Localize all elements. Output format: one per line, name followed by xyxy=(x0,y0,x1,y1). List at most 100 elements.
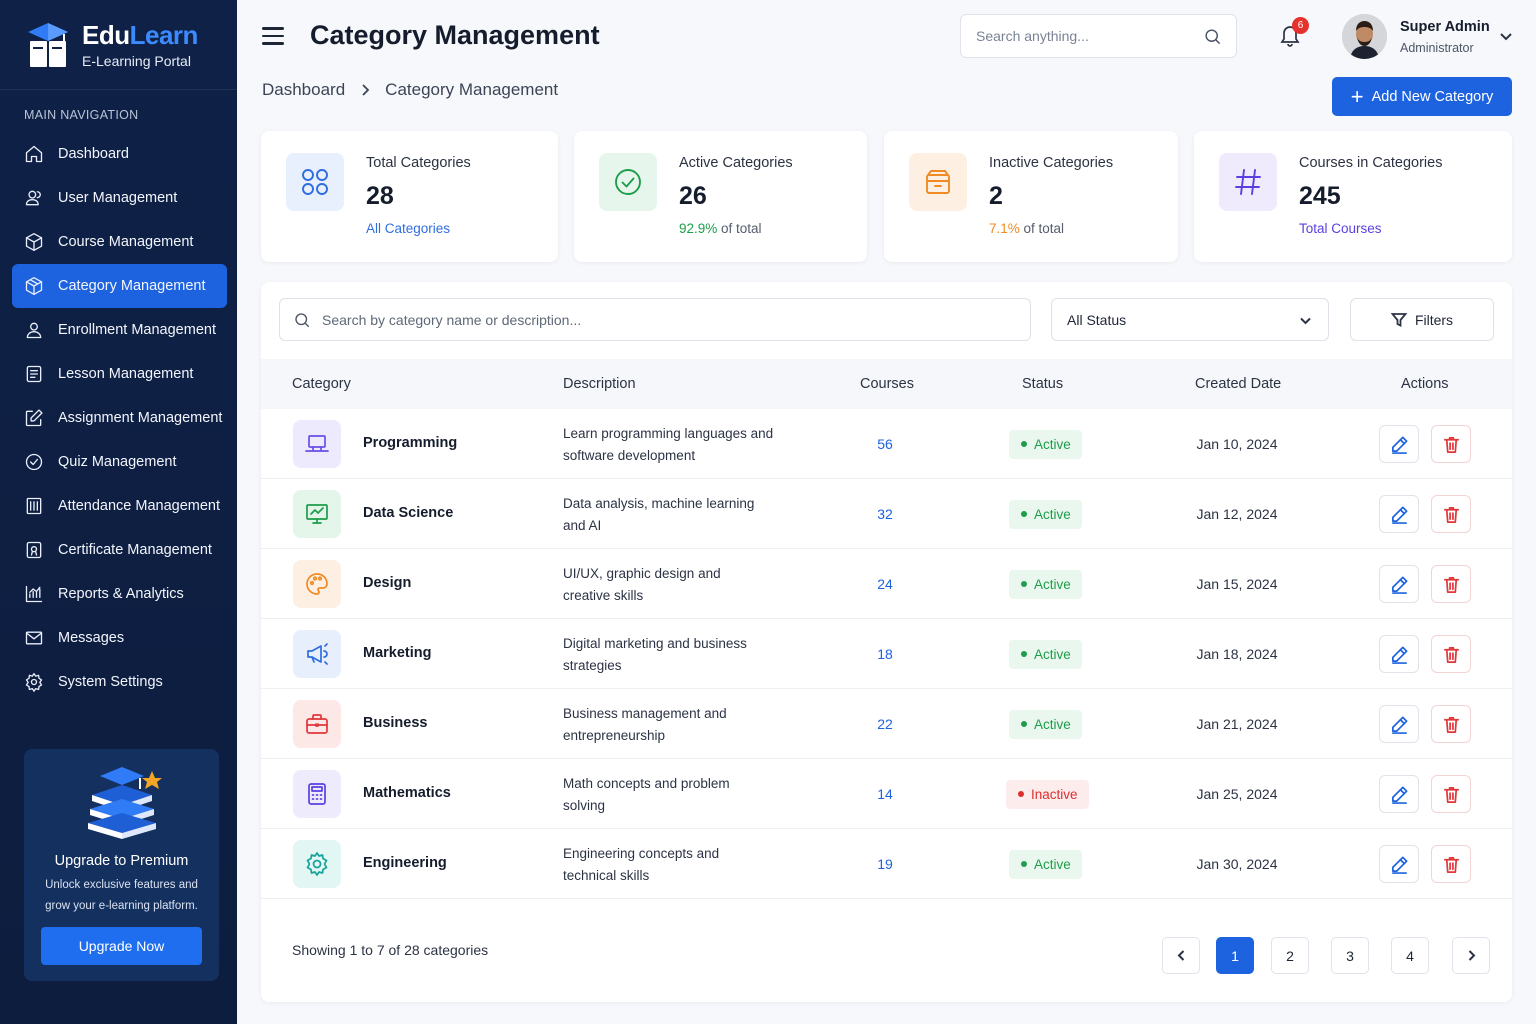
delete-button[interactable] xyxy=(1431,635,1471,673)
sidebar-item-enrollment-management[interactable]: Enrollment Management xyxy=(12,308,227,352)
stat-card-total-categories: Total Categories 28 All Categories xyxy=(261,131,558,262)
column-header[interactable]: Created Date xyxy=(1195,376,1281,392)
breadcrumb-dashboard[interactable]: Dashboard xyxy=(262,80,345,100)
gear-icon xyxy=(25,673,43,692)
sidebar-item-quiz-management[interactable]: Quiz Management xyxy=(12,440,227,484)
category-name[interactable]: Engineering xyxy=(363,855,447,871)
user-name[interactable]: Super Admin xyxy=(1400,19,1490,35)
page-button[interactable]: 1 xyxy=(1216,937,1254,974)
upgrade-now-button[interactable]: Upgrade Now xyxy=(41,927,202,965)
sidebar-item-category-management[interactable]: Category Management xyxy=(12,264,227,308)
course-count[interactable]: 32 xyxy=(865,506,905,522)
sidebar-item-assignment-management[interactable]: Assignment Management xyxy=(12,396,227,440)
category-search[interactable] xyxy=(279,298,1031,341)
sidebar-item-dashboard[interactable]: Dashboard xyxy=(12,132,227,176)
sidebar-item-reports-analytics[interactable]: Reports & Analytics xyxy=(12,572,227,616)
edit-button[interactable] xyxy=(1379,495,1419,533)
sidebar-item-certificate-management[interactable]: Certificate Management xyxy=(12,528,227,572)
all-categories-link[interactable]: All Categories xyxy=(366,221,450,236)
delete-button[interactable] xyxy=(1431,705,1471,743)
page-button[interactable]: 4 xyxy=(1391,937,1429,974)
breadcrumb: Dashboard Category Management xyxy=(262,80,558,100)
sidebar-item-lesson-management[interactable]: Lesson Management xyxy=(12,352,227,396)
filters-button[interactable]: Filters xyxy=(1350,298,1494,341)
edit-button[interactable] xyxy=(1379,775,1419,813)
created-date: Jan 25, 2024 xyxy=(1196,786,1278,802)
status-filter-select[interactable]: All Status xyxy=(1051,298,1329,341)
category-name[interactable]: Design xyxy=(363,575,411,591)
brand[interactable]: EduLearn E-Learning Portal xyxy=(0,0,237,90)
edit-button[interactable] xyxy=(1379,635,1419,673)
sidebar-item-course-management[interactable]: Course Management xyxy=(12,220,227,264)
table-row[interactable]: Mathematics Math concepts and problem sol… xyxy=(261,759,1512,829)
search-icon xyxy=(295,313,310,328)
column-header[interactable]: Category xyxy=(292,376,351,392)
laptop-icon xyxy=(305,435,329,452)
description-line: strategies xyxy=(563,657,622,673)
add-new-category-button[interactable]: + Add New Category xyxy=(1332,77,1512,116)
table-row[interactable]: Marketing Digital marketing and business… xyxy=(261,619,1512,689)
delete-button[interactable] xyxy=(1431,425,1471,463)
page-button[interactable]: 2 xyxy=(1271,937,1309,974)
category-search-input[interactable] xyxy=(322,311,1002,328)
category-description: Math concepts and problem solving xyxy=(563,773,793,816)
category-name[interactable]: Marketing xyxy=(363,645,432,661)
description-line: Business management and xyxy=(563,706,727,721)
delete-button[interactable] xyxy=(1431,565,1471,603)
search-icon[interactable] xyxy=(1203,27,1222,46)
category-name[interactable]: Data Science xyxy=(363,505,453,521)
table-row[interactable]: Design UI/UX, graphic design and creative… xyxy=(261,549,1512,619)
course-count[interactable]: 22 xyxy=(865,716,905,732)
stat-sub-highlight: 92.9% xyxy=(679,221,718,236)
description-line: Learn programming languages and xyxy=(563,426,774,441)
next-page-button[interactable] xyxy=(1452,937,1490,974)
table-row[interactable]: Engineering Engineering concepts and tech… xyxy=(261,829,1512,899)
edit-button[interactable] xyxy=(1379,845,1419,883)
course-count[interactable]: 14 xyxy=(865,786,905,802)
column-header[interactable]: Status xyxy=(1022,376,1063,392)
page-button[interactable]: 3 xyxy=(1331,937,1369,974)
created-date: Jan 30, 2024 xyxy=(1196,856,1278,872)
description-line: UI/UX, graphic design and xyxy=(563,566,721,581)
sidebar-item-user-management[interactable]: User Management xyxy=(12,176,227,220)
column-header[interactable]: Courses xyxy=(860,376,914,392)
status-badge: Inactive xyxy=(1006,780,1089,809)
category-name[interactable]: Programming xyxy=(363,435,457,451)
global-search-input[interactable] xyxy=(976,28,1196,44)
sidebar-item-system-settings[interactable]: System Settings xyxy=(12,660,227,704)
trash-icon xyxy=(1443,506,1459,523)
sidebar-item-label: Course Management xyxy=(58,234,194,250)
menu-toggle-icon[interactable] xyxy=(262,27,284,45)
chevron-down-icon[interactable] xyxy=(1499,29,1513,43)
sidebar-item-messages[interactable]: Messages xyxy=(12,616,227,660)
edit-button[interactable] xyxy=(1379,425,1419,463)
prev-page-button[interactable] xyxy=(1162,937,1200,974)
course-count[interactable]: 19 xyxy=(865,856,905,872)
column-header[interactable]: Description xyxy=(563,376,636,392)
table-row[interactable]: Programming Learn programming languages … xyxy=(261,409,1512,479)
table-row[interactable]: Data Science Data analysis, machine lear… xyxy=(261,479,1512,549)
status-label: Active xyxy=(1034,437,1071,452)
delete-button[interactable] xyxy=(1431,845,1471,883)
global-search[interactable] xyxy=(960,14,1237,58)
category-name[interactable]: Mathematics xyxy=(363,785,451,801)
delete-button[interactable] xyxy=(1431,775,1471,813)
delete-button[interactable] xyxy=(1431,495,1471,533)
category-name[interactable]: Business xyxy=(363,715,427,731)
presentation-chart-icon xyxy=(306,504,328,524)
total-courses-link[interactable]: Total Courses xyxy=(1299,221,1382,236)
sidebar-item-attendance-management[interactable]: Attendance Management xyxy=(12,484,227,528)
course-count[interactable]: 24 xyxy=(865,576,905,592)
edit-button[interactable] xyxy=(1379,565,1419,603)
course-count[interactable]: 56 xyxy=(865,436,905,452)
category-description: Engineering concepts and technical skills xyxy=(563,843,793,886)
table-row[interactable]: Business Business management and entrepre… xyxy=(261,689,1512,759)
status-badge: Active xyxy=(1009,640,1082,669)
edit-button[interactable] xyxy=(1379,705,1419,743)
check-circle-icon xyxy=(615,169,641,195)
trash-icon xyxy=(1443,786,1459,803)
course-count[interactable]: 18 xyxy=(865,646,905,662)
category-icon-bg xyxy=(293,490,341,538)
building-icon xyxy=(26,497,42,515)
avatar[interactable] xyxy=(1342,14,1387,59)
